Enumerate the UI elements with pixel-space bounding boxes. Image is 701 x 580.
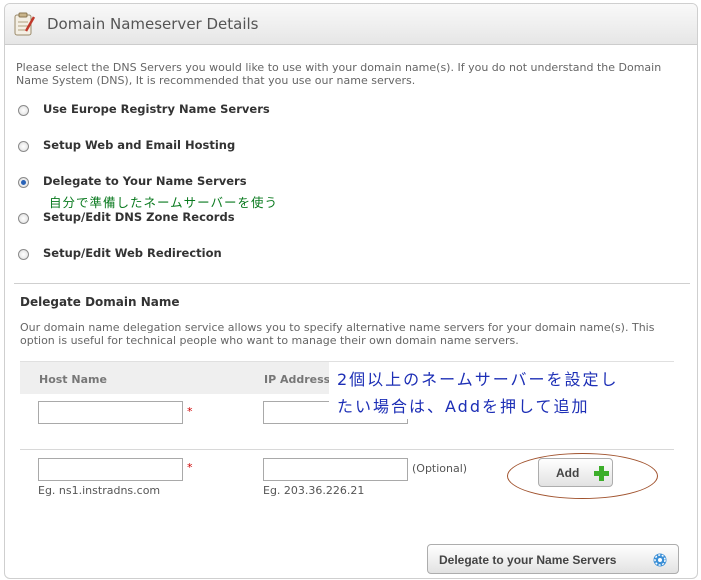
required-mark: * [187, 405, 193, 418]
ip-address-hint: Eg. 203.36.226.21 [263, 484, 365, 497]
row-divider [20, 449, 674, 450]
optional-label: (Optional) [412, 462, 468, 475]
annotation-option-note: 自分で準備したネームサーバーを使う [49, 195, 279, 210]
clipboard-icon [14, 12, 35, 36]
host-name-input-2[interactable] [38, 458, 183, 481]
delegate-section-title: Delegate Domain Name [20, 295, 180, 309]
intro-text: Please select the DNS Servers you would … [16, 61, 662, 87]
section-divider [14, 283, 690, 284]
column-host-name: Host Name [39, 373, 107, 386]
delegate-submit-label: Delegate to your Name Servers [439, 553, 617, 567]
option-label: Setup/Edit Web Redirection [43, 246, 222, 260]
radio-delegate-name-servers[interactable] [18, 177, 29, 188]
host-name-input-1[interactable] [38, 401, 183, 424]
delegate-submit-button[interactable]: Delegate to your Name Servers [427, 544, 679, 574]
host-name-hint: Eg. ns1.instradns.com [38, 484, 161, 497]
add-button-label: Add [556, 466, 580, 480]
required-mark: * [187, 461, 193, 474]
delegate-description: Our domain name delegation service allow… [20, 321, 655, 347]
column-ip-address: IP Address [264, 373, 331, 386]
radio-dns-zone-records[interactable] [18, 213, 29, 224]
option-label: Setup/Edit DNS Zone Records [43, 210, 235, 224]
add-button[interactable]: Add [538, 458, 613, 487]
option-label: Setup Web and Email Hosting [43, 138, 236, 152]
plus-icon [594, 466, 609, 481]
option-label: Delegate to Your Name Servers [43, 174, 247, 188]
annotation-line-1: 2個以上のネームサーバーを設定し [337, 370, 619, 389]
radio-web-redirection[interactable] [18, 249, 29, 260]
option-label: Use Europe Registry Name Servers [43, 102, 270, 116]
annotation-callout: 2個以上のネームサーバーを設定し たい場合は、Addを押して追加 [329, 362, 675, 419]
annotation-line-2: たい場合は、Addを押して追加 [337, 397, 590, 416]
nameserver-panel: Domain Nameserver Details Please select … [4, 3, 698, 579]
gear-icon [653, 553, 667, 567]
page-title: Domain Nameserver Details [47, 15, 259, 33]
panel-header: Domain Nameserver Details [5, 4, 697, 45]
radio-web-email-hosting[interactable] [18, 141, 29, 152]
ip-address-input-2[interactable] [263, 458, 408, 481]
radio-europe-registry[interactable] [18, 105, 29, 116]
